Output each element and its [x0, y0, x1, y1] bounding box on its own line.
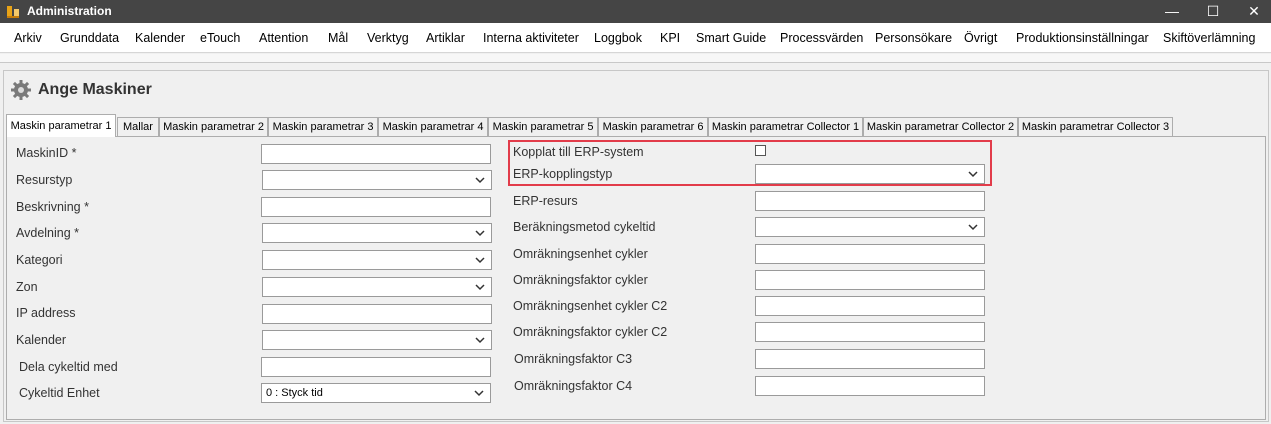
menu-interna-aktiviteter[interactable]: Interna aktiviteter — [483, 31, 579, 45]
label-zon: Zon — [16, 280, 38, 294]
cykeltid-enhet-select[interactable]: 0 : Styck tid — [261, 383, 491, 403]
cykeltid-enhet-value: 0 : Styck tid — [266, 387, 323, 399]
tab-maskin-parametrar-collector-2[interactable]: Maskin parametrar Collector 2 — [863, 117, 1018, 136]
toolbar-strip — [0, 54, 1271, 63]
app-logo-icon — [7, 6, 19, 18]
kategori-select[interactable] — [262, 250, 492, 270]
gear-icon — [11, 80, 31, 100]
menu-grunddata[interactable]: Grunddata — [60, 31, 119, 45]
omrakningsfaktor-c4-input[interactable] — [755, 376, 985, 396]
omrakningsenhet-cykler-c2-input[interactable] — [755, 296, 985, 316]
chevron-down-icon — [475, 177, 485, 184]
tab-maskin-parametrar-collector-1[interactable]: Maskin parametrar Collector 1 — [708, 117, 863, 136]
menu-verktyg[interactable]: Verktyg — [367, 31, 409, 45]
menu-mal[interactable]: Mål — [328, 31, 348, 45]
label-maskinid: MaskinID * — [16, 146, 77, 160]
menu-arkiv[interactable]: Arkiv — [14, 31, 42, 45]
maximize-button[interactable]: ☐ — [1190, 0, 1236, 23]
chevron-down-icon — [474, 390, 484, 397]
label-erp-resurs: ERP-resurs — [513, 194, 578, 208]
dela-cykeltid-med-input[interactable] — [261, 357, 491, 377]
menu-skiftoverlamning[interactable]: Skiftöverlämning — [1163, 31, 1255, 45]
chevron-down-icon — [475, 257, 485, 264]
chevron-down-icon — [475, 337, 485, 344]
label-kalender: Kalender — [16, 333, 67, 347]
tab-maskin-parametrar-5[interactable]: Maskin parametrar 5 — [488, 117, 598, 136]
chevron-down-icon — [475, 284, 485, 291]
tab-maskin-parametrar-1[interactable]: Maskin parametrar 1 — [6, 114, 116, 137]
label-omrakningsenhet-cykler: Omräkningsenhet cykler — [513, 247, 648, 261]
ip-address-input[interactable] — [262, 304, 492, 324]
label-omrakningsenhet-cykler-c2: Omräkningsenhet cykler C2 — [513, 299, 668, 313]
label-ip-address: IP address — [16, 306, 76, 320]
erp-highlight-box — [508, 140, 992, 186]
tab-maskin-parametrar-2[interactable]: Maskin parametrar 2 — [159, 117, 268, 136]
label-berakningsmetod-cykeltid: Beräkningsmetod cykeltid — [513, 220, 656, 234]
menu-etouch[interactable]: eTouch — [200, 31, 240, 45]
label-omrakningsfaktor-cykler-c2: Omräkningsfaktor cykler C2 — [513, 325, 668, 339]
menu-artiklar[interactable]: Artiklar — [426, 31, 465, 45]
omrakningsfaktor-cykler-c2-input[interactable] — [755, 322, 985, 342]
label-cykeltid-enhet: Cykeltid Enhet — [19, 386, 100, 400]
kalender-select[interactable] — [262, 330, 492, 350]
page-title: Ange Maskiner — [38, 81, 152, 98]
label-kategori: Kategori — [16, 253, 63, 267]
label-omrakningsfaktor-cykler: Omräkningsfaktor cykler — [513, 273, 648, 287]
erp-resurs-input[interactable] — [755, 191, 985, 211]
menu-loggbok[interactable]: Loggbok — [594, 31, 642, 45]
label-omrakningsfaktor-c4: Omräkningsfaktor C4 — [514, 379, 633, 393]
resurstyp-select[interactable] — [262, 170, 492, 190]
tab-mallar[interactable]: Mallar — [117, 117, 159, 136]
zon-select[interactable] — [262, 277, 492, 297]
beskrivning-input[interactable] — [261, 197, 491, 217]
menu-processvarden[interactable]: Processvärden — [780, 31, 863, 45]
label-resurstyp: Resurstyp — [16, 173, 73, 187]
menu-attention[interactable]: Attention — [259, 31, 308, 45]
label-avdelning: Avdelning * — [16, 226, 80, 240]
window-title: Administration — [27, 4, 112, 18]
omrakningsenhet-cykler-input[interactable] — [755, 244, 985, 264]
menu-personsokare[interactable]: Personsökare — [875, 31, 952, 45]
menu-bar: Arkiv Grunddata Kalender eTouch Attentio… — [0, 23, 1271, 53]
menu-ovrigt[interactable]: Övrigt — [964, 31, 997, 45]
omrakningsfaktor-c3-input[interactable] — [755, 349, 985, 369]
tab-maskin-parametrar-collector-3[interactable]: Maskin parametrar Collector 3 — [1018, 117, 1173, 136]
maskinid-input[interactable] — [261, 144, 491, 164]
window-titlebar: Administration — ☐ ✕ — [0, 0, 1271, 23]
label-dela-cykeltid-med: Dela cykeltid med — [19, 360, 118, 374]
menu-kalender[interactable]: Kalender — [135, 31, 185, 45]
tab-maskin-parametrar-6[interactable]: Maskin parametrar 6 — [598, 117, 708, 136]
menu-produktionsinstallningar[interactable]: Produktionsinställningar — [1016, 31, 1149, 45]
chevron-down-icon — [475, 230, 485, 237]
menu-smart-guide[interactable]: Smart Guide — [696, 31, 766, 45]
menu-kpi[interactable]: KPI — [660, 31, 680, 45]
tab-maskin-parametrar-3[interactable]: Maskin parametrar 3 — [268, 117, 378, 136]
avdelning-select[interactable] — [262, 223, 492, 243]
minimize-button[interactable]: — — [1149, 0, 1195, 23]
tab-maskin-parametrar-4[interactable]: Maskin parametrar 4 — [378, 117, 488, 136]
chevron-down-icon — [968, 224, 978, 231]
close-button[interactable]: ✕ — [1231, 0, 1271, 23]
label-beskrivning: Beskrivning * — [16, 200, 89, 214]
label-omrakningsfaktor-c3: Omräkningsfaktor C3 — [514, 352, 633, 366]
omrakningsfaktor-cykler-input[interactable] — [755, 270, 985, 290]
berakningsmetod-cykeltid-select[interactable] — [755, 217, 985, 237]
